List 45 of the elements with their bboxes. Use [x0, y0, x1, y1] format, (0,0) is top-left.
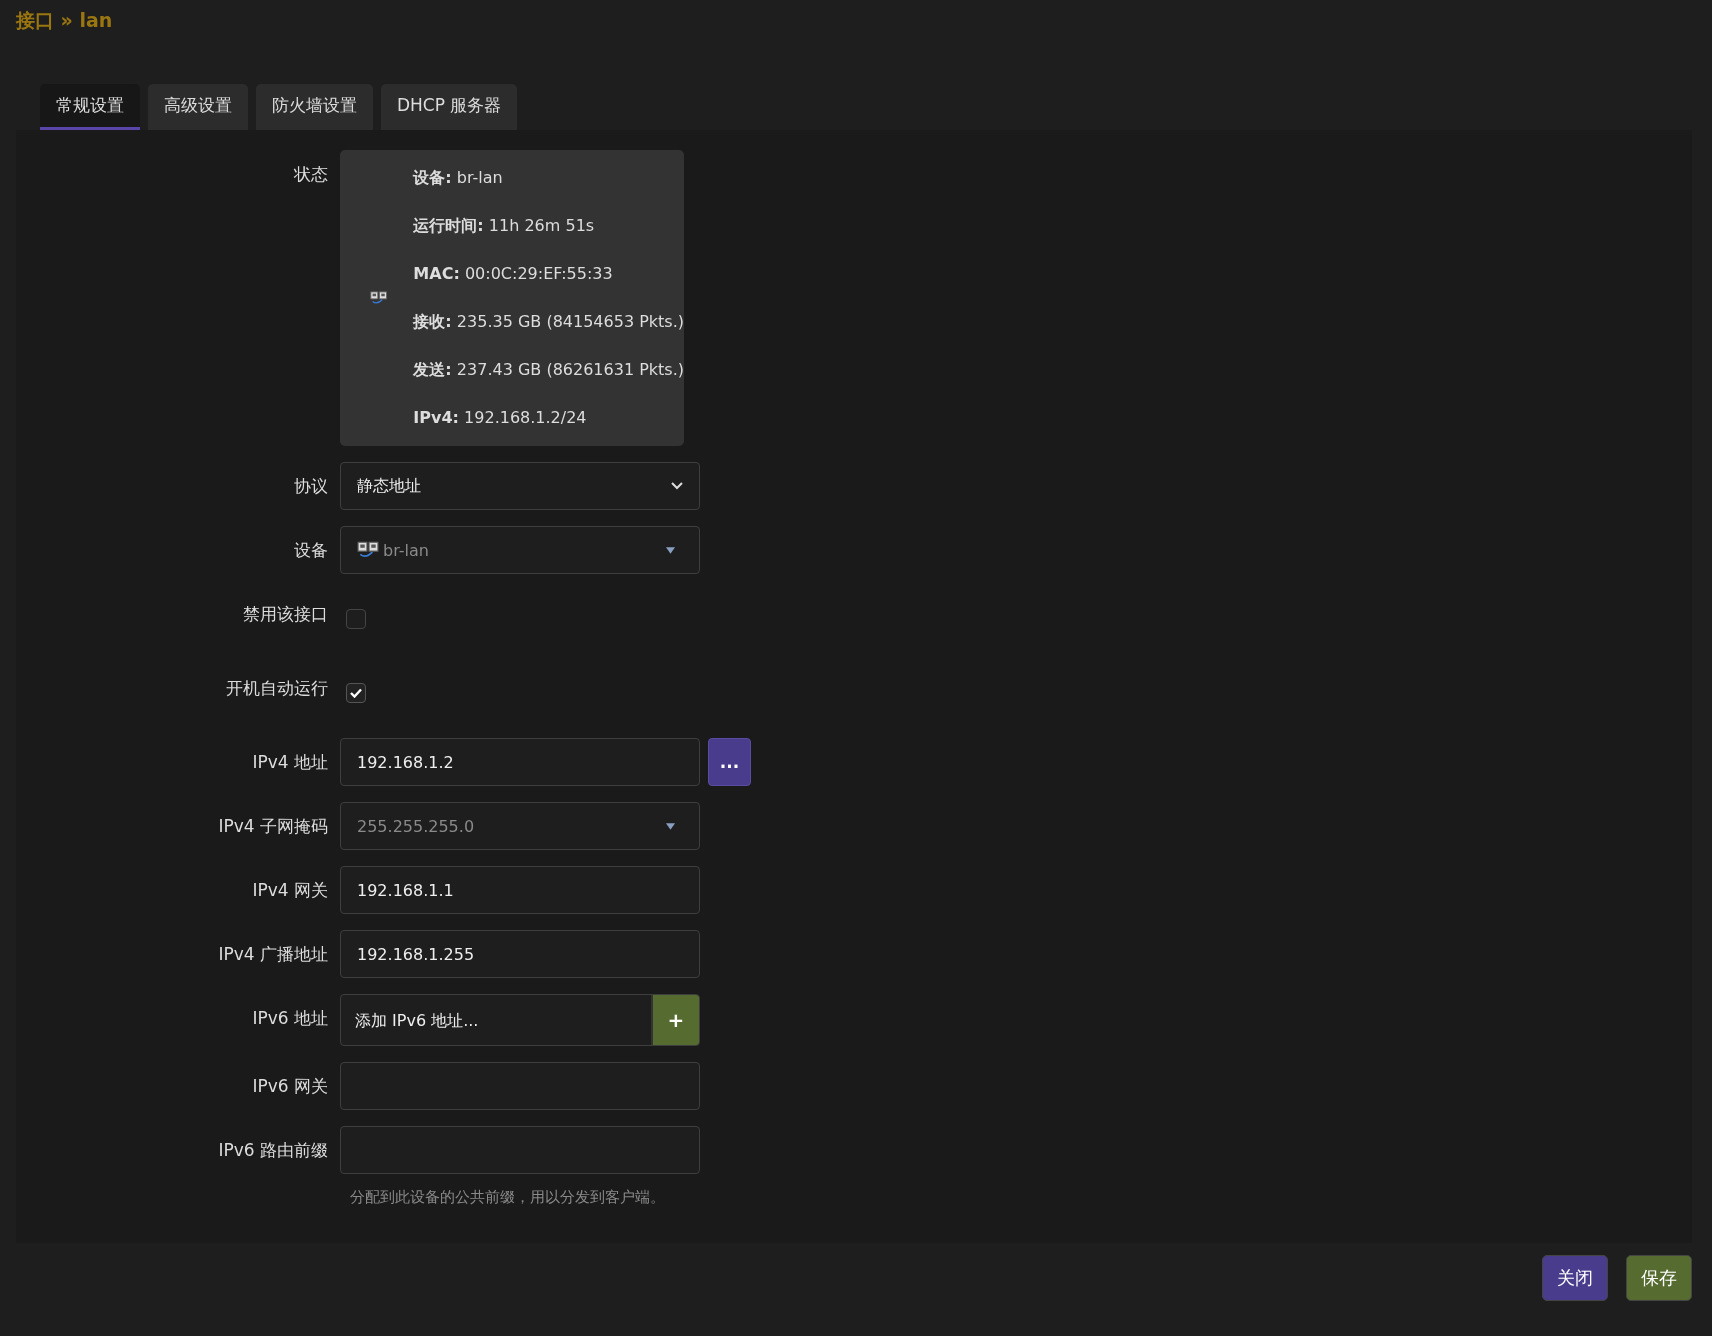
save-button[interactable]: 保存	[1626, 1255, 1692, 1301]
status-line: 发送: 237.43 GB (86261631 Pkts.)	[413, 359, 684, 381]
field-label: 设备	[294, 539, 328, 562]
dropdown-field[interactable]: 255.255.255.0	[340, 802, 700, 850]
network-device-icon	[357, 541, 379, 559]
checkbox[interactable]	[346, 609, 366, 629]
field-label: IPv6 地址	[252, 1007, 328, 1030]
chevron-down-icon	[671, 482, 683, 490]
tab[interactable]: 高级设置	[148, 84, 248, 130]
text-field[interactable]: 192.168.1.2	[340, 738, 700, 786]
triangle-down-icon	[666, 822, 675, 830]
tab[interactable]: DHCP 服务器	[381, 84, 518, 130]
text-field[interactable]: 192.168.1.1	[340, 866, 700, 914]
close-button[interactable]: 关闭	[1542, 1255, 1608, 1301]
field-label: 禁用该接口	[243, 603, 328, 626]
field-label: IPv4 广播地址	[218, 943, 328, 966]
tab[interactable]: 常规设置	[40, 84, 140, 130]
field-label: 开机自动运行	[226, 677, 328, 700]
field-label: 状态	[294, 163, 328, 186]
field-label: IPv4 子网掩码	[218, 815, 328, 838]
text-field[interactable]: 192.168.1.255	[340, 930, 700, 978]
field-label: IPv4 网关	[252, 879, 328, 902]
status-line: MAC: 00:0C:29:EF:55:33	[413, 263, 614, 285]
page-title: 接口 » lan	[16, 8, 113, 33]
text-field[interactable]	[340, 1062, 700, 1110]
status-line: 设备: br-lan	[413, 167, 504, 189]
field-label: 协议	[294, 475, 328, 498]
status-line: 运行时间: 11h 26m 51s	[413, 215, 596, 237]
network-device-icon	[370, 289, 388, 307]
text-field[interactable]	[340, 1126, 700, 1174]
triangle-down-icon	[666, 546, 675, 554]
field-label: IPv4 地址	[252, 751, 328, 774]
field-hint: 分配到此设备的公共前缀，用以分发到客户端。	[349, 1188, 666, 1207]
add-address-field[interactable]: 添加 IPv6 地址... +	[340, 994, 700, 1046]
field-label: IPv6 路由前缀	[218, 1139, 328, 1162]
status-line: 接收: 235.35 GB (84154653 Pkts.)	[413, 311, 684, 333]
more-button[interactable]: ...	[708, 738, 751, 786]
protocol-dropdown[interactable]: 静态地址	[340, 462, 700, 510]
checkbox[interactable]	[346, 683, 366, 703]
add-button[interactable]: +	[651, 995, 699, 1045]
tab[interactable]: 防火墙设置	[256, 84, 373, 130]
checkmark-icon	[350, 688, 362, 698]
field-label: IPv6 网关	[252, 1075, 328, 1098]
status-line: IPv4: 192.168.1.2/24	[413, 407, 588, 429]
dropdown-field[interactable]: br-lan	[340, 526, 700, 574]
